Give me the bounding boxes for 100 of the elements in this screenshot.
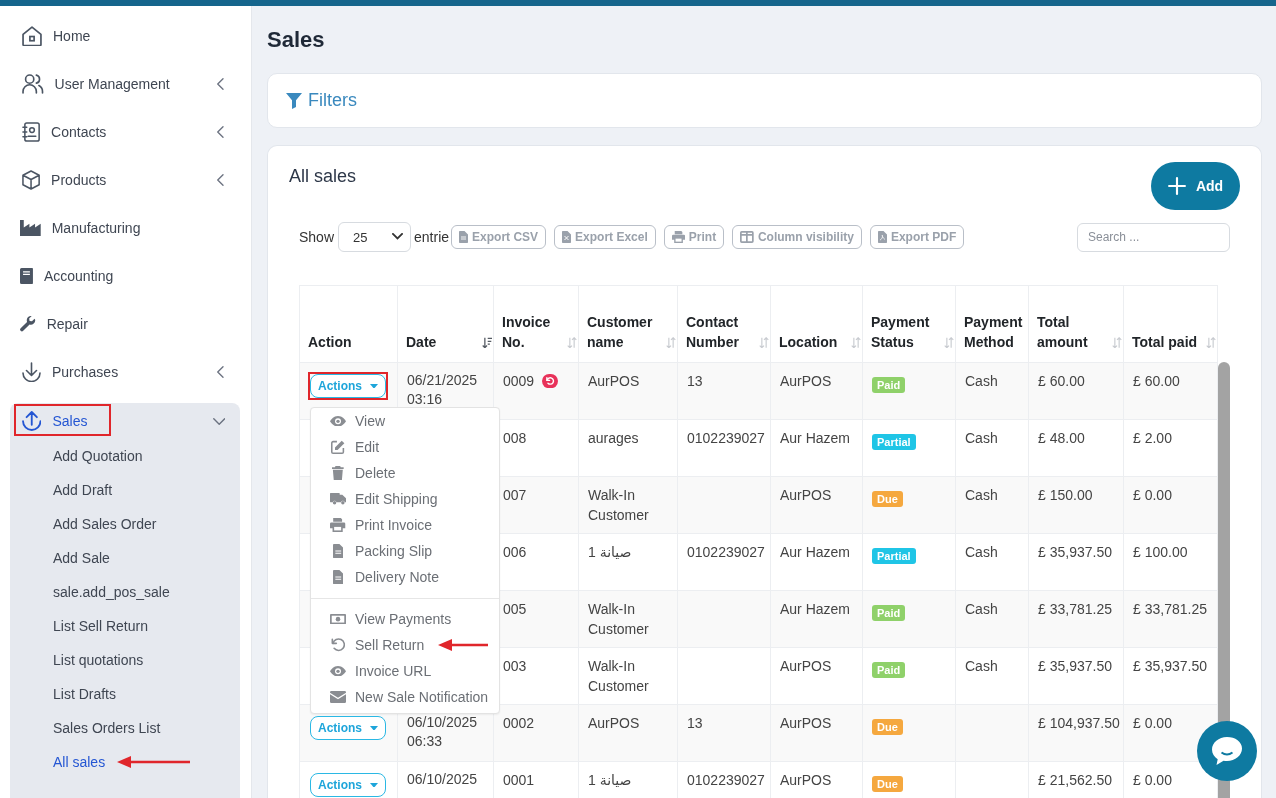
show-label: Show (299, 229, 335, 245)
menu-item[interactable]: View (330, 411, 386, 431)
total-amount: £ 150.00 (1038, 487, 1093, 503)
total-paid: £ 100.00 (1133, 544, 1188, 560)
column-header[interactable]: Customer name (578, 285, 678, 363)
nav-item[interactable]: Products (0, 156, 251, 204)
column-header[interactable]: Date (397, 285, 494, 363)
total-amount: £ 104,937.50 (1038, 715, 1120, 731)
total-paid: £ 60.00 (1133, 373, 1180, 389)
document-x-icon (562, 231, 572, 243)
payment-method: Cash (965, 658, 998, 674)
page-size-select[interactable]: 25 (338, 222, 412, 252)
document-icon (332, 570, 344, 584)
undo-icon (330, 638, 346, 652)
total-amount: £ 48.00 (1038, 430, 1085, 446)
nav-item[interactable]: Repair (0, 300, 251, 348)
document-icon (877, 231, 887, 243)
submenu-item[interactable]: sale.add_pos_sale (53, 584, 170, 600)
invoice-number: 003 (503, 657, 527, 676)
contact-number: 13 (687, 373, 703, 389)
column-header: Payment Method (955, 285, 1029, 363)
menu-item[interactable]: Edit Shipping (330, 489, 438, 509)
total-amount: £ 60.00 (1038, 373, 1085, 389)
upload-icon (22, 411, 42, 431)
invoice-number: 0002 (503, 714, 535, 733)
envelope-icon (330, 691, 346, 703)
truck-icon (330, 493, 346, 505)
add-button[interactable]: Add (1151, 162, 1240, 210)
invoice-number: 0001 (503, 771, 535, 790)
search-field[interactable]: Search ... (1077, 222, 1230, 252)
customer-name: Walk-In Customer (588, 601, 649, 637)
status-badge: Paid (872, 662, 906, 678)
total-paid: £ 0.00 (1133, 772, 1172, 788)
column-header[interactable]: Location (770, 285, 863, 363)
column-header[interactable]: Contact Number (677, 285, 771, 363)
location-name: AurPOS (780, 715, 832, 731)
menu-item[interactable]: New Sale Notification (330, 687, 489, 707)
menu-item[interactable]: Sell Return (330, 635, 425, 655)
caret-down-icon (370, 725, 378, 731)
submenu-item[interactable]: Add Quotation (53, 448, 143, 464)
document-icon (332, 544, 344, 558)
location-name: AurPOS (780, 658, 832, 674)
menu-item[interactable]: Print Invoice (330, 515, 433, 535)
column-header[interactable]: Invoice No. (493, 285, 579, 363)
menu-item[interactable]: Invoice URL (330, 661, 432, 681)
wrench-icon (20, 316, 36, 332)
submenu-item[interactable]: Add Sales Order (53, 516, 157, 532)
eye-icon (330, 415, 346, 427)
nav-item[interactable]: Contacts (0, 108, 251, 156)
total-paid: £ 33,781.25 (1133, 601, 1207, 617)
card-title: All sales (289, 165, 357, 187)
contact-book-icon (22, 122, 41, 142)
chat-bubble-icon (1212, 737, 1242, 765)
menu-item[interactable]: View Payments (330, 609, 452, 629)
menu-item[interactable]: Delete (330, 463, 396, 483)
invoice-number: 005 (503, 600, 527, 619)
nav-item[interactable]: Home (0, 12, 251, 60)
total-paid: £ 0.00 (1133, 715, 1172, 731)
columns-icon (740, 231, 754, 243)
nav-item[interactable]: User Management (0, 60, 251, 108)
submenu-item[interactable]: Add Draft (53, 482, 113, 498)
caret-down-icon (370, 782, 378, 788)
filter-icon (286, 92, 302, 109)
date-text: 06/21/2025 03:16 (407, 372, 478, 407)
submenu-item[interactable]: List Sell Return (53, 618, 148, 634)
location-name: AurPOS (780, 373, 832, 389)
submenu-item[interactable]: Sales Orders List (53, 720, 161, 736)
location-name: AurPOS (780, 772, 832, 788)
contact-number: 13 (687, 715, 703, 731)
status-badge: Partial (872, 548, 916, 564)
submenu-item[interactable]: List quotations (53, 652, 144, 668)
status-badge: Partial (872, 434, 916, 450)
nav-item[interactable]: Sales (10, 403, 240, 439)
nav-item[interactable]: Purchases (0, 348, 251, 396)
submenu-item[interactable]: All sales (53, 754, 106, 770)
submenu-item[interactable]: Add Sale (53, 550, 110, 566)
filters-toggle[interactable]: Filters (286, 90, 357, 111)
nav-item[interactable]: Accounting (0, 252, 251, 300)
menu-item[interactable]: Packing Slip (330, 541, 433, 561)
printer-icon (330, 518, 346, 532)
column-header[interactable]: Total paid (1123, 285, 1218, 363)
column-header: Action (299, 285, 398, 363)
total-amount: £ 35,937.50 (1038, 658, 1112, 674)
menu-item[interactable]: Edit (330, 437, 380, 457)
customer-name: AurPOS (588, 373, 640, 389)
date-text: 06/10/2025 (407, 771, 478, 787)
caret-down-icon (370, 383, 378, 389)
total-paid: £ 2.00 (1133, 430, 1172, 446)
customer-name: Walk-In Customer (588, 658, 649, 694)
column-header[interactable]: Total amount (1028, 285, 1124, 363)
plus-icon (1167, 177, 1186, 195)
menu-item[interactable]: Delivery Note (330, 567, 440, 587)
nav-item[interactable]: Manufacturing (0, 204, 251, 252)
column-header[interactable]: Payment Status (862, 285, 956, 363)
total-paid: £ 35,937.50 (1133, 658, 1207, 674)
chevron-down-icon (392, 233, 404, 241)
document-icon (459, 231, 469, 243)
submenu-item[interactable]: List Drafts (53, 686, 116, 702)
contact-number: 0102239027 (687, 544, 765, 560)
location-name: Aur Hazem (780, 430, 851, 446)
